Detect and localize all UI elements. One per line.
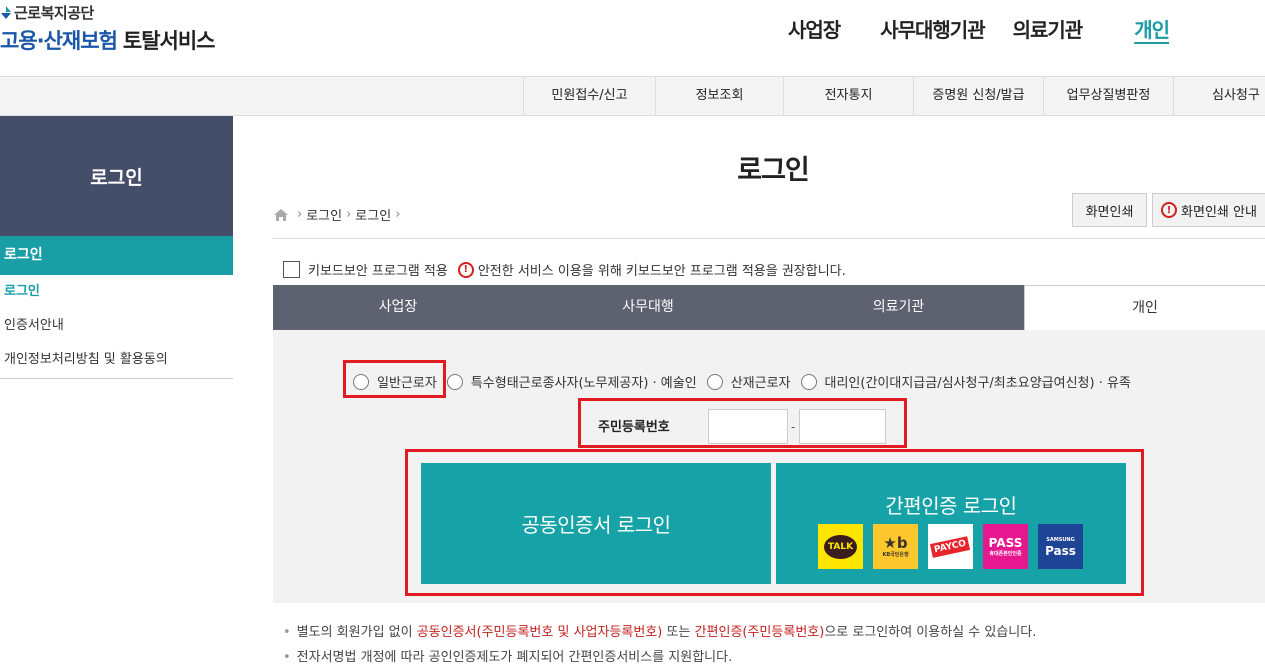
logo-top-text: 근로복지공단 bbox=[14, 4, 94, 22]
logo-blue-text: 고용·산재보험 bbox=[0, 29, 118, 53]
keyboard-security-label: 키보드보안 프로그램 적용 bbox=[308, 264, 448, 279]
sidebar-item-cert-guide[interactable]: 인증서안내 bbox=[0, 309, 233, 343]
tab-personal[interactable]: 개인 bbox=[1024, 285, 1265, 330]
sub-nav: 민원접수/신고 정보조회 전자통지 증명원 신청/발급 업무상질병판정 심사청구 bbox=[0, 76, 1265, 116]
sidebar-menu: 로그인 인증서안내 개인정보처리방침 및 활용동의 bbox=[0, 275, 233, 379]
alert-icon: ! bbox=[457, 261, 474, 278]
site-logo[interactable]: 근로복지공단 고용·산재보험 토탈서비스 bbox=[0, 2, 216, 55]
print-button[interactable]: 화면인쇄 bbox=[1072, 193, 1147, 227]
keyboard-security-checkbox[interactable] bbox=[283, 261, 300, 278]
subnav-item-disease[interactable]: 업무상질병판정 bbox=[1043, 77, 1173, 115]
print-guide-button[interactable]: ! 화면인쇄 안내 bbox=[1152, 193, 1265, 227]
chevron-right-icon: › bbox=[297, 207, 303, 222]
user-type-radio-group: 일반근로자 특수형태근로종사자(노무제공자) · 예술인 산재근로자 대리인(간… bbox=[353, 372, 1141, 391]
print-guide-label: 화면인쇄 안내 bbox=[1181, 204, 1257, 220]
note-line: • 전자서명법 개정에 따라 공인인증제도가 폐지되어 간편인증서비스를 지원합니… bbox=[283, 650, 733, 664]
radio-label: 특수형태근로종사자(노무제공자) · 예술인 bbox=[470, 376, 697, 391]
logo-mark-icon bbox=[1, 6, 11, 19]
header: 근로복지공단 고용·산재보험 토탈서비스 사업장 사무대행기관 의료기관 개인 bbox=[0, 0, 1265, 76]
highlight-box bbox=[405, 449, 1144, 596]
highlight-box bbox=[343, 360, 446, 398]
keyboard-security-row: 키보드보안 프로그램 적용 ! 안전한 서비스 이용을 위해 키보드보안 프로그… bbox=[283, 260, 846, 279]
subnav-item-civil[interactable]: 민원접수/신고 bbox=[523, 77, 655, 115]
home-icon[interactable] bbox=[273, 207, 289, 223]
highlight-box bbox=[578, 398, 907, 448]
sidebar-title: 로그인 bbox=[0, 116, 233, 236]
subnav-item-info[interactable]: 정보조회 bbox=[655, 77, 783, 115]
chevron-right-icon: › bbox=[395, 207, 401, 222]
breadcrumb-item[interactable]: 로그인 bbox=[355, 205, 391, 224]
sidebar-item-login[interactable]: 로그인 bbox=[0, 275, 233, 309]
tab-agency[interactable]: 사무대행 bbox=[523, 285, 773, 330]
radio-special-worker[interactable]: 특수형태근로종사자(노무제공자) · 예술인 bbox=[446, 372, 697, 391]
sidebar-section-login[interactable]: 로그인 bbox=[0, 236, 233, 275]
logo-dark-text: 토탈서비스 bbox=[122, 29, 216, 53]
subnav-item-appeal[interactable]: 심사청구 bbox=[1173, 77, 1265, 115]
chevron-right-icon: › bbox=[346, 207, 352, 222]
page-title: 로그인 bbox=[737, 155, 810, 186]
radio-agent[interactable]: 대리인(간이대지급금/심사청구/최초요양급여신청) · 유족 bbox=[800, 372, 1131, 391]
radio-injured-worker[interactable]: 산재근로자 bbox=[706, 372, 791, 391]
breadcrumb: › 로그인 › 로그인 › bbox=[273, 205, 404, 224]
keyboard-security-notice: 안전한 서비스 이용을 위해 키보드보안 프로그램 적용을 권장합니다. bbox=[477, 264, 846, 279]
sidebar-item-privacy[interactable]: 개인정보처리방침 및 활용동의 bbox=[0, 343, 233, 377]
breadcrumb-item[interactable]: 로그인 bbox=[306, 205, 342, 224]
tab-medical[interactable]: 의료기관 bbox=[773, 285, 1024, 330]
tab-business[interactable]: 사업장 bbox=[273, 285, 523, 330]
top-nav-business[interactable]: 사업장 bbox=[788, 14, 841, 43]
top-nav-agency[interactable]: 사무대행기관 bbox=[880, 14, 985, 43]
subnav-item-notice[interactable]: 전자통지 bbox=[783, 77, 913, 115]
radio-label: 산재근로자 bbox=[730, 376, 791, 391]
login-notes: • 별도의 회원가입 없이 공동인증서(주민등록번호 및 사업자등록번호) 또는 … bbox=[283, 620, 1036, 664]
radio-circle[interactable] bbox=[706, 373, 723, 390]
top-nav: 사업장 사무대행기관 의료기관 개인 bbox=[788, 14, 1170, 43]
radio-circle[interactable] bbox=[800, 373, 817, 390]
subnav-item-certificate[interactable]: 증명원 신청/발급 bbox=[913, 77, 1043, 115]
divider bbox=[273, 238, 1265, 239]
radio-circle[interactable] bbox=[446, 373, 463, 390]
alert-icon: ! bbox=[1161, 202, 1178, 218]
note-line: • 별도의 회원가입 없이 공동인증서(주민등록번호 및 사업자등록번호) 또는 … bbox=[283, 625, 1037, 640]
top-nav-personal[interactable]: 개인 bbox=[1134, 14, 1170, 43]
radio-label: 대리인(간이대지급금/심사청구/최초요양급여신청) · 유족 bbox=[824, 376, 1131, 391]
login-type-tabs: 사업장 사무대행 의료기관 개인 bbox=[273, 285, 1265, 330]
top-nav-medical[interactable]: 의료기관 bbox=[1013, 14, 1084, 43]
